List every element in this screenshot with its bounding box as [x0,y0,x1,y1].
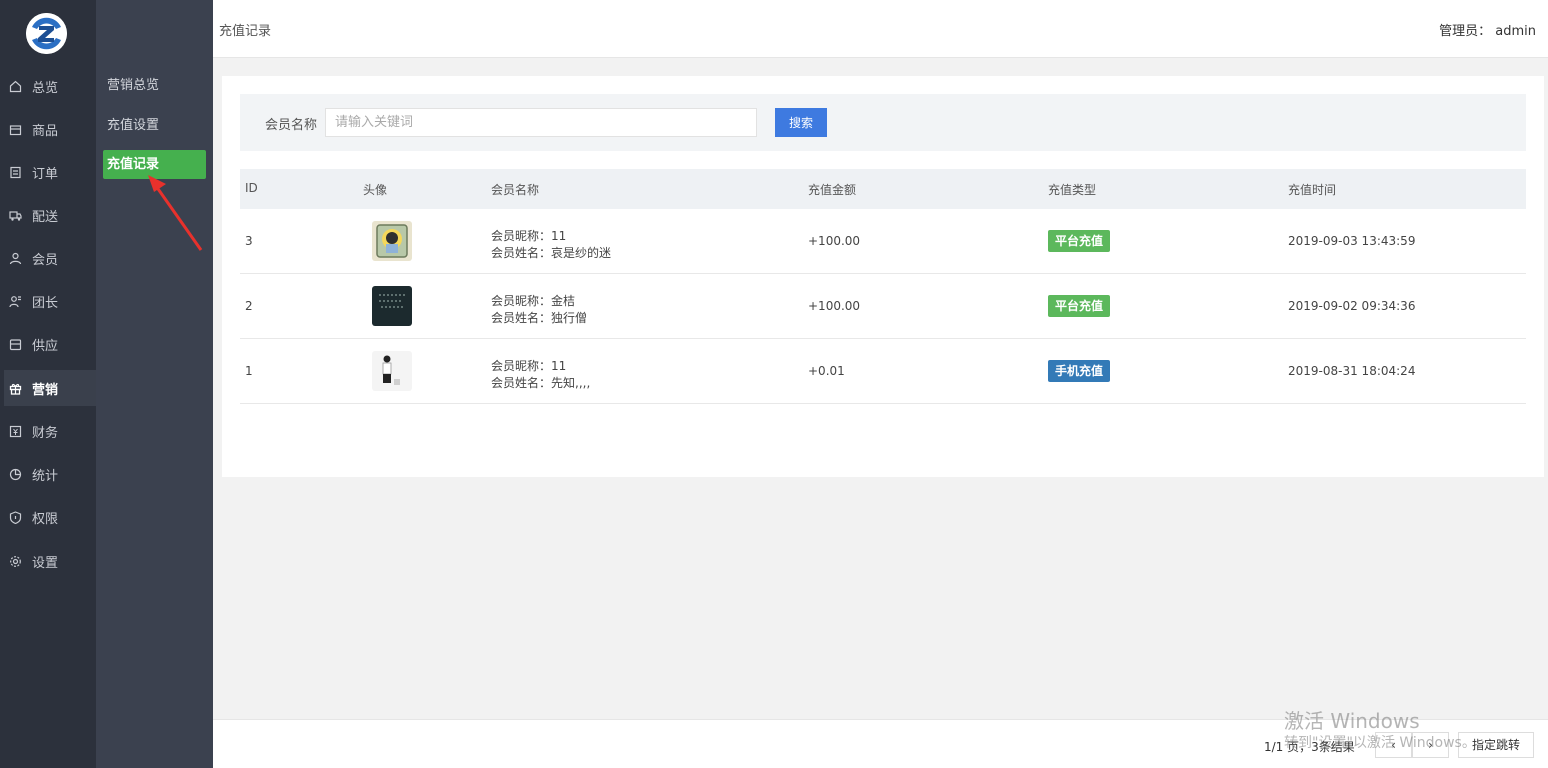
nav-item-label: 会员 [32,252,59,268]
nav-item-overview[interactable]: 总览 [4,68,96,104]
nav-item-label: 商品 [32,123,59,139]
nav-item-label: 供应 [32,338,59,354]
avatar [372,286,412,326]
nav-item-label: 权限 [32,511,59,527]
admin-label[interactable]: 管理员： admin [1439,20,1536,39]
nav-item-goods[interactable]: 商品 [4,111,96,147]
table-header: ID 头像 会员名称 充值金额 充值类型 充值时间 [240,169,1526,209]
secondary-sidebar: 营销总览 充值设置 充值记录 [96,0,213,768]
cell-time: 2019-09-02 09:34:36 [1288,299,1416,313]
column-header-type: 充值类型 [1048,183,1097,197]
primary-sidebar: 总览 商品 订单 配送 会员 团长 供应 营销 财务 统计 权限 设置 [0,0,96,768]
cell-id: 2 [245,299,253,313]
box-icon [8,122,22,136]
delivery-icon [8,208,22,222]
member-realname: 会员姓名：先知,,,, [491,376,591,390]
member-info: 会员昵称：金桔 会员姓名：独行僧 [491,293,587,327]
home-icon [8,79,22,93]
pie-chart-icon [8,467,22,481]
gear-icon [8,554,22,568]
nav-item-finance[interactable]: 财务 [4,413,96,449]
user-icon [8,251,22,265]
column-header-id: ID [245,181,258,195]
nav-item-label: 订单 [32,166,59,182]
table-row: 1 会员昵称：11 会员姓名：先知,,,, +0.01 手机充值 2019-08… [240,339,1526,404]
cell-id: 1 [245,364,253,378]
cell-time: 2019-08-31 18:04:24 [1288,364,1416,378]
nav-item-label: 团长 [32,295,59,311]
recharge-type-badge: 手机充值 [1048,360,1111,382]
column-header-avatar: 头像 [363,183,388,197]
cell-amount: +0.01 [808,364,845,378]
nav-item-delivery[interactable]: 配送 [4,197,96,233]
nav-item-members[interactable]: 会员 [4,240,96,276]
next-page-button[interactable]: › [1412,732,1449,758]
cell-id: 3 [245,234,253,248]
nav-item-label: 财务 [32,425,59,441]
search-input[interactable] [325,108,757,137]
leader-icon [8,294,22,308]
table-row: 2 会员昵称：金桔 会员姓名：独行僧 +100.00 平台充值 2019-09-… [240,274,1526,339]
order-icon [8,165,22,179]
pagination-info: 1/1 页，3条结果 [1264,740,1355,754]
nav-item-orders[interactable]: 订单 [4,154,96,190]
search-button[interactable]: 搜索 [775,108,827,137]
column-header-time: 充值时间 [1288,183,1337,197]
nav-item-leaders[interactable]: 团长 [4,283,96,319]
nav-item-label: 总览 [32,80,59,96]
annotation-arrow [148,175,203,251]
member-info: 会员昵称：11 会员姓名：先知,,,, [491,358,590,392]
logo [26,13,67,54]
nav-item-supply[interactable]: 供应 [4,326,96,362]
nav-item-label: 配送 [32,209,59,225]
member-nickname: 会员昵称：金桔 [491,294,576,308]
search-bar: 会员名称 搜索 [240,94,1526,151]
member-info: 会员昵称：11 会员姓名：哀是纱的迷 [491,228,611,262]
supply-icon [8,337,22,351]
subnav-item-recharge-settings[interactable]: 充值设置 [103,111,206,140]
nav-item-label: 营销 [32,382,59,398]
nav-item-label: 统计 [32,468,59,484]
nav-item-settings[interactable]: 设置 [4,543,96,579]
nav-item-marketing[interactable]: 营销 [4,370,96,406]
gift-icon [8,381,22,395]
top-header: 充值记录 管理员： admin [213,0,1548,58]
nav-item-statistics[interactable]: 统计 [4,456,96,492]
cell-amount: +100.00 [808,299,861,313]
subnav-item-marketing-overview[interactable]: 营销总览 [103,71,206,100]
column-header-amount: 充值金额 [808,183,857,197]
cell-time: 2019-09-03 13:43:59 [1288,234,1416,248]
recharge-table: ID 头像 会员名称 充值金额 充值类型 充值时间 3 会员昵称：11 会员姓名… [240,169,1526,404]
member-realname: 会员姓名：哀是纱的迷 [491,246,612,260]
column-header-member-name: 会员名称 [491,183,540,197]
recharge-type-badge: 平台充值 [1048,295,1111,317]
jump-page-button[interactable]: 指定跳转 [1458,732,1534,758]
member-nickname: 会员昵称：11 [491,359,567,373]
shield-icon [8,510,22,524]
search-label: 会员名称 [265,118,318,133]
nav-item-label: 设置 [32,555,59,571]
table-row: 3 会员昵称：11 会员姓名：哀是纱的迷 +100.00 平台充值 2019-0… [240,209,1526,274]
pagination-bar: 1/1 页，3条结果 ‹ › 指定跳转 [213,719,1548,768]
breadcrumb: 充值记录 [219,24,272,39]
member-nickname: 会员昵称：11 [491,229,567,243]
content-card: 会员名称 搜索 ID 头像 会员名称 充值金额 充值类型 充值时间 3 [222,76,1544,477]
yen-icon [8,424,22,438]
nav-item-permissions[interactable]: 权限 [4,499,96,535]
recharge-type-badge: 平台充值 [1048,230,1111,252]
avatar [372,351,412,391]
prev-page-button[interactable]: ‹ [1375,732,1412,758]
avatar [372,221,412,261]
member-realname: 会员姓名：独行僧 [491,311,588,325]
cell-amount: +100.00 [808,234,861,248]
